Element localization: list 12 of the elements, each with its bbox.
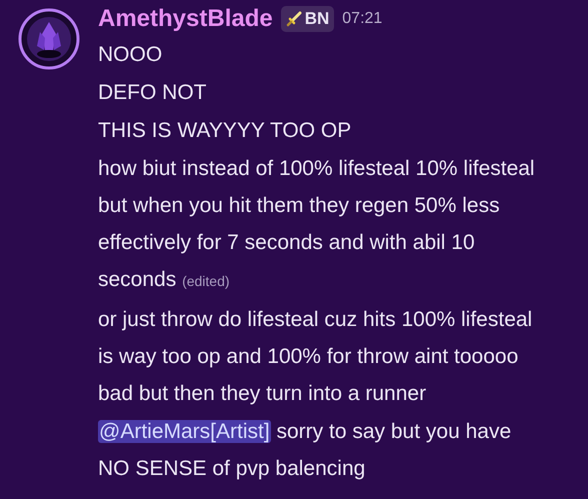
avatar-icon[interactable] [18,8,80,70]
username[interactable]: AmethystBlade [98,1,273,37]
mention-link[interactable]: @ArtieMars[Artist] [98,420,271,443]
message-text: NOOO [98,42,164,68]
message-text: @ArtieMars[Artist] sorry to say but you have NO SENSE of pvp balencing [98,419,512,482]
role-tag: BN [280,6,334,32]
message-text: how biut instead of 100% lifesteal 10% lifesteal but when you hit them they regen 50% less effectively for 7 seconds and with abil 10 seconds (edited) [98,156,536,293]
sword-icon [286,11,302,27]
timestamp: 07:21 [342,9,382,29]
edited-label: (edited) [182,273,230,289]
message-text: THIS IS WAYYYY TOO OP [98,118,352,144]
message-text: DEFO NOT [98,80,208,106]
